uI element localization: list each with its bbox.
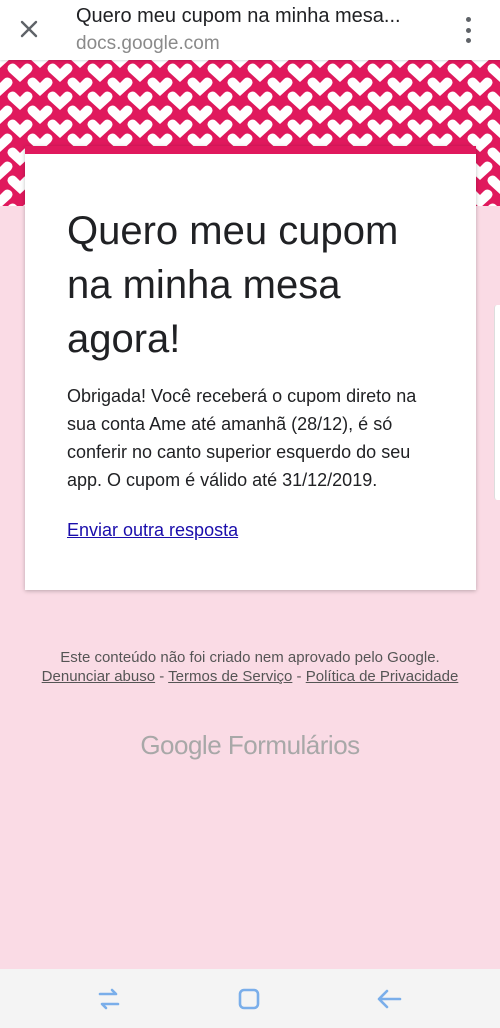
page-url: docs.google.com — [76, 33, 220, 54]
separator: - — [155, 668, 169, 685]
disclaimer-text: Este conteúdo não foi criado nem aprovad… — [60, 649, 440, 666]
back-icon — [377, 989, 402, 1009]
google-wordmark: Google — [140, 730, 222, 760]
recent-apps-icon — [98, 988, 120, 1010]
confirmation-message: Obrigada! Você receberá o cupom direto n… — [67, 386, 417, 490]
separator: - — [292, 668, 306, 685]
forms-wordmark: Formulários — [227, 730, 360, 760]
system-nav-bar — [0, 969, 500, 1028]
confirmation-card: Quero meu cupom na minha mesa agora! Obr… — [25, 146, 476, 590]
back-button[interactable] — [374, 985, 404, 1013]
recent-apps-button[interactable] — [94, 985, 124, 1013]
privacy-link[interactable]: Política de Privacidade — [306, 668, 459, 685]
home-button[interactable] — [234, 985, 264, 1013]
page-title: Quero meu cupom na minha mesa... — [76, 5, 401, 27]
close-button[interactable] — [14, 14, 44, 44]
home-icon — [238, 988, 260, 1010]
close-icon — [20, 20, 38, 38]
more-vert-icon — [465, 17, 471, 22]
report-abuse-link[interactable]: Denunciar abuso — [42, 668, 155, 685]
disclaimer: Este conteúdo não foi criado nem aprovad… — [20, 648, 480, 686]
google-forms-logo[interactable]: Google Formulários — [0, 730, 500, 761]
scroll-handle[interactable] — [494, 305, 500, 500]
form-title: Quero meu cupom na minha mesa agora! — [67, 209, 399, 361]
submit-another-response-link[interactable]: Enviar outra resposta — [67, 520, 238, 541]
terms-link[interactable]: Termos de Serviço — [168, 668, 292, 685]
browser-top-bar: Quero meu cupom na minha mesa... docs.go… — [0, 0, 500, 60]
more-options-button[interactable] — [458, 17, 478, 43]
